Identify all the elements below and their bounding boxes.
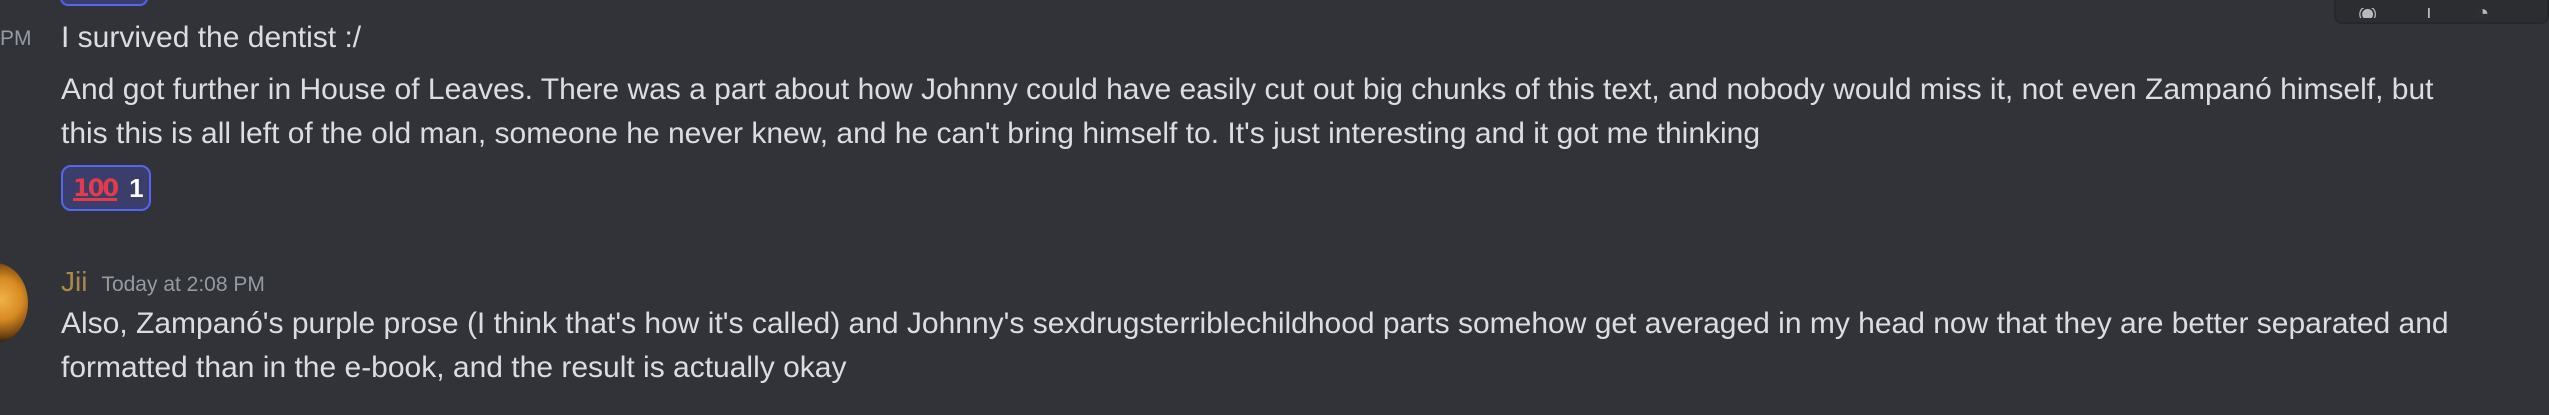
reaction-count: 1 — [129, 172, 144, 203]
reaction-100[interactable]: 100 1 — [61, 165, 151, 211]
chat-messages: ◉ | ◔ PM I survived the dentist :/ And g… — [0, 0, 2549, 415]
add-reaction-icon[interactable]: ◉ — [2358, 8, 2384, 18]
message-line-1: I survived the dentist :/ — [61, 21, 362, 54]
hundred-points-icon: 100 — [73, 174, 119, 202]
message-hover-toolbar: ◉ | ◔ — [2334, 0, 2549, 24]
message-line-2: And got further in House of Leaves. Ther… — [61, 73, 2434, 106]
message-line-4: Also, Zampanó's purple prose (I think th… — [61, 307, 2449, 340]
reply-icon[interactable]: | — [2426, 8, 2452, 18]
message-timestamp: Today at 2:08 PM — [101, 273, 265, 296]
message-hover-timestamp: PM — [0, 27, 32, 50]
message-header: Jii Today at 2:08 PM — [61, 266, 265, 298]
message-line-3: this this is all left of the old man, so… — [61, 117, 1761, 150]
previous-reaction-edge[interactable] — [60, 0, 148, 6]
avatar[interactable] — [0, 263, 28, 343]
username[interactable]: Jii — [61, 266, 87, 298]
more-icon[interactable]: ◔ — [2476, 8, 2502, 18]
message-line-5: formatted than in the e-book, and the re… — [61, 351, 847, 384]
